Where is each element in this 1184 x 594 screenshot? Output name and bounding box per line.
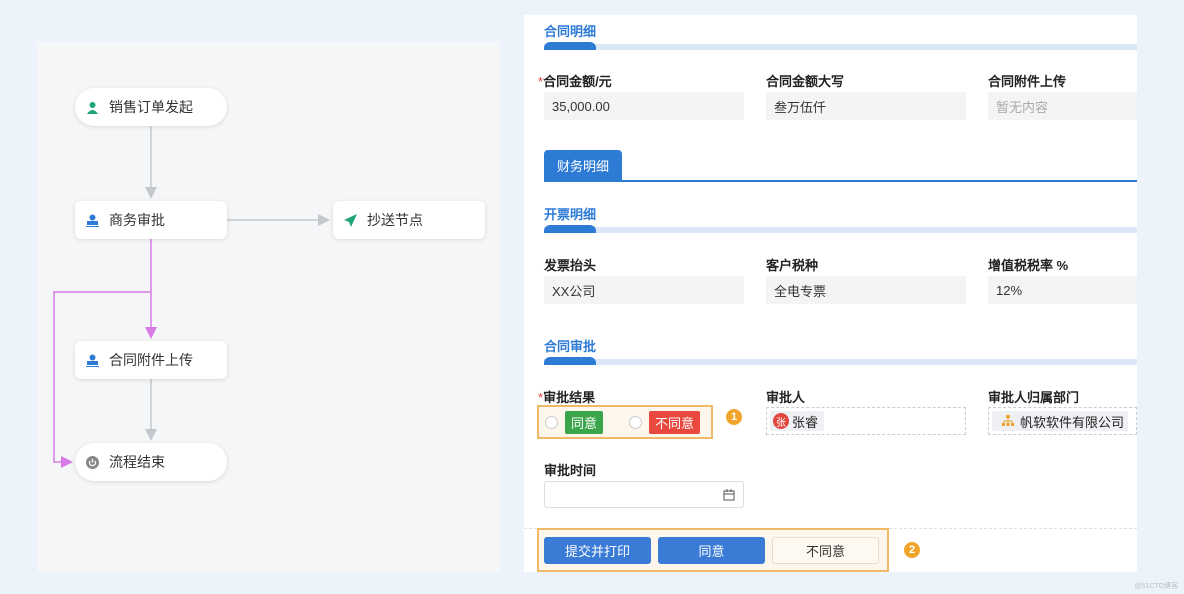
- flow-node-start[interactable]: 销售订单发起: [75, 88, 227, 126]
- avatar: 张: [773, 413, 789, 429]
- section-title-contract: 合同明细: [544, 24, 597, 39]
- annotation-badge-1: 1: [726, 409, 742, 425]
- amount-caps-field[interactable]: 叁万伍仟: [766, 92, 966, 120]
- stamp-icon: [85, 213, 99, 227]
- dept-label: 审批人归属部门: [988, 390, 1080, 405]
- flow-node-business-review[interactable]: 商务审批: [75, 201, 227, 239]
- workflow-canvas: 销售订单发起 商务审批 抄送节点 合同附件上传 流程结束: [37, 42, 500, 572]
- agree-option[interactable]: 同意: [565, 410, 604, 434]
- amount-field[interactable]: 35,000.00: [544, 92, 744, 120]
- vat-field[interactable]: 12%: [988, 276, 1137, 304]
- node-label: 合同附件上传: [109, 352, 193, 368]
- flow-node-upload[interactable]: 合同附件上传: [75, 341, 227, 379]
- annotation-badge-2: 2: [904, 542, 920, 558]
- dept-field[interactable]: 帆软软件有限公司: [988, 407, 1137, 435]
- approver-field[interactable]: 张 张睿: [766, 407, 966, 435]
- org-chart-icon: [1002, 414, 1014, 429]
- section-divider: [544, 42, 1137, 50]
- node-label: 销售订单发起: [109, 99, 193, 115]
- node-label: 商务审批: [109, 212, 165, 228]
- tab-underline: [544, 180, 1137, 182]
- attachment-label: 合同附件上传: [988, 74, 1067, 89]
- node-label: 抄送节点: [367, 212, 423, 228]
- send-icon: [343, 213, 357, 227]
- result-radio-group: 同意 不同意: [537, 405, 713, 439]
- stamp-icon: [85, 353, 99, 367]
- tax-type-field[interactable]: 全电专票: [766, 276, 966, 304]
- section-title-approval: 合同审批: [544, 339, 597, 354]
- user-icon: [85, 100, 99, 114]
- approver-label: 审批人: [766, 390, 806, 405]
- section-divider: [544, 225, 1137, 233]
- disagree-option[interactable]: 不同意: [649, 410, 701, 434]
- approver-name: 张睿: [792, 414, 819, 430]
- approval-form: 合同明细 *合同金额/元 35,000.00 合同金额大写 叁万伍仟 合同附件上…: [524, 15, 1137, 572]
- tax-type-label: 客户税种: [766, 258, 819, 273]
- submit-print-button[interactable]: 提交并打印: [544, 537, 651, 564]
- invoice-title-field[interactable]: XX公司: [544, 276, 744, 304]
- dept-name: 帆软软件有限公司: [1020, 414, 1125, 430]
- result-label: *审批结果: [538, 390, 596, 405]
- watermark: @51CTO博客: [1134, 583, 1178, 590]
- tab-finance[interactable]: 财务明细: [544, 150, 622, 181]
- radio-agree[interactable]: [545, 415, 558, 429]
- amount-caps-label: 合同金额大写: [766, 74, 845, 89]
- node-label: 流程结束: [109, 454, 165, 470]
- section-title-invoice: 开票明细: [544, 207, 597, 222]
- power-icon: [85, 455, 99, 469]
- attachment-field[interactable]: 暂无内容: [988, 92, 1137, 120]
- radio-disagree[interactable]: [629, 415, 643, 429]
- amount-label: *合同金额/元: [538, 74, 612, 89]
- disagree-button[interactable]: 不同意: [772, 537, 879, 564]
- flow-node-cc[interactable]: 抄送节点: [333, 201, 485, 239]
- flow-node-end[interactable]: 流程结束: [75, 443, 227, 481]
- vat-label: 增值税税率 %: [988, 258, 1069, 273]
- invoice-title-label: 发票抬头: [544, 258, 597, 273]
- approval-time-picker[interactable]: [544, 481, 744, 508]
- calendar-icon[interactable]: [723, 488, 735, 506]
- time-label: 审批时间: [544, 463, 597, 478]
- section-divider: [544, 357, 1137, 365]
- agree-button[interactable]: 同意: [658, 537, 765, 564]
